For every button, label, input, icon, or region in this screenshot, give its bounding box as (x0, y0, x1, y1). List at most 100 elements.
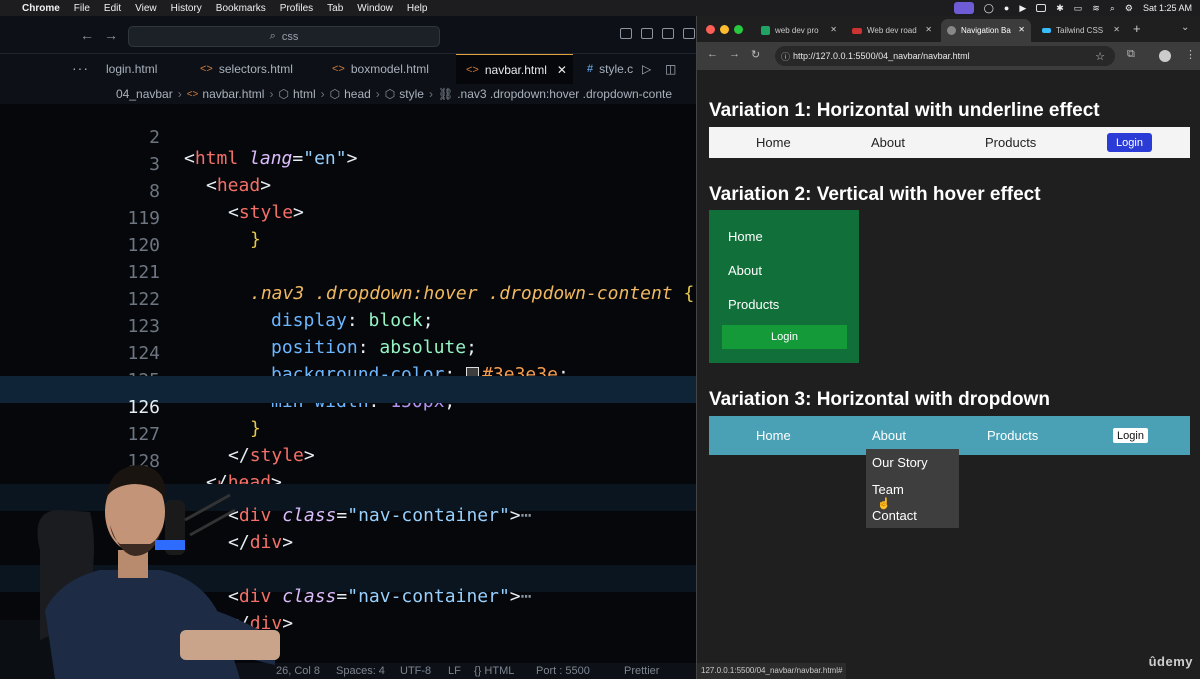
toggle-sidebar-icon[interactable] (620, 28, 632, 39)
customize-layout-icon[interactable] (683, 28, 695, 39)
split-editor-icon[interactable]: ◫ (665, 62, 676, 76)
nav3-link-products[interactable]: Products (987, 428, 1038, 443)
nav3-link-about[interactable]: About (872, 428, 906, 443)
menu-app-name[interactable]: Chrome (22, 3, 60, 14)
tab-search-icon[interactable]: ⌄ (1181, 22, 1189, 33)
play-icon[interactable]: ▶ (1019, 3, 1026, 14)
toggle-panel-icon[interactable] (641, 28, 653, 39)
close-icon[interactable]: ✕ (1113, 25, 1120, 34)
screen-record-icon[interactable] (953, 2, 974, 14)
forward-arrow-icon[interactable]: → (104, 27, 118, 43)
bookmark-star-icon[interactable]: ☆ (1095, 50, 1105, 63)
tab-title: web dev pro (775, 26, 819, 35)
battery-icon[interactable]: ▭ (1074, 3, 1083, 14)
tab-selectors[interactable]: <> selectors.html (200, 54, 293, 84)
control-center-icon[interactable]: ⚙ (1125, 3, 1133, 14)
menu-profiles[interactable]: Profiles (280, 3, 313, 14)
menu-help[interactable]: Help (407, 3, 428, 14)
maximize-window-button[interactable] (734, 25, 743, 34)
udemy-watermark: ûdemy (1148, 654, 1193, 669)
wifi-icon[interactable]: ≋ (1092, 3, 1100, 14)
extensions-icon[interactable]: ⧉ (1127, 48, 1135, 61)
close-icon[interactable]: ✕ (1018, 25, 1025, 34)
run-icon[interactable]: ▷ (642, 62, 651, 76)
dropdown-item-contact[interactable]: Contact (872, 508, 917, 523)
breadcrumb-style[interactable]: style (399, 87, 424, 101)
code-line: 3 <head> (0, 133, 696, 196)
display-icon[interactable] (1036, 4, 1047, 12)
heading-variation-1: Variation 1: Horizontal with underline e… (709, 100, 1100, 121)
menu-bookmarks[interactable]: Bookmarks (216, 3, 266, 14)
close-icon[interactable]: ✕ (557, 63, 567, 77)
browser-tab[interactable]: Tailwind CSS ✕ (1034, 19, 1126, 42)
focus-icon[interactable]: ◯ (984, 3, 994, 14)
status-encoding[interactable]: UTF-8 (400, 665, 431, 677)
address-bar[interactable]: ⓘ http://127.0.0.1:5500/04_navbar/navbar… (775, 46, 1115, 66)
tab-boxmodel[interactable]: <> boxmodel.html (332, 54, 429, 84)
nav1-link-products[interactable]: Products (985, 135, 1036, 150)
circle-icon[interactable]: ● (1004, 3, 1009, 13)
tab-label: login.html (106, 62, 158, 76)
breadcrumb-selector[interactable]: .nav3 .dropdown:hover .dropdown-conte (457, 87, 672, 101)
nav3-login-button[interactable]: Login (1113, 428, 1148, 443)
breadcrumb-head[interactable]: head (344, 87, 371, 101)
nav2-login-button[interactable]: Login (722, 325, 847, 349)
url-text: http://127.0.0.1:5500/04_navbar/navbar.h… (793, 51, 970, 61)
more-actions-icon[interactable]: ··· (72, 60, 89, 76)
close-window-button[interactable] (706, 25, 715, 34)
breadcrumb-html[interactable]: html (293, 87, 316, 101)
minimize-window-button[interactable] (720, 25, 729, 34)
clock[interactable]: Sat 1:25 AM (1143, 3, 1192, 13)
bluetooth-icon[interactable]: ✱ (1056, 3, 1064, 14)
browser-tab-active[interactable]: Navigation Ba ✕ (941, 19, 1031, 42)
breadcrumb-folder[interactable]: 04_navbar (116, 87, 173, 101)
profile-avatar[interactable] (1159, 50, 1171, 62)
browser-tab[interactable]: Web dev road ✕ (846, 19, 938, 42)
nav1-login-button[interactable]: Login (1107, 133, 1152, 152)
nav3-link-home[interactable]: Home (756, 428, 791, 443)
dropdown-item-our-story[interactable]: Our Story (872, 455, 928, 470)
nav2-link-home[interactable]: Home (728, 229, 763, 244)
back-arrow-icon[interactable]: ← (80, 27, 94, 43)
menu-file[interactable]: File (74, 3, 90, 14)
reload-icon[interactable]: ↻ (751, 48, 760, 61)
status-eol[interactable]: LF (448, 665, 461, 677)
status-live-server[interactable]: Port : 5500 (536, 665, 590, 677)
tab-label: navbar.html (484, 62, 547, 77)
navbar-variation-1: Home About Products Login (709, 127, 1190, 158)
element-icon: ⬡ (384, 87, 396, 101)
more-menu-icon[interactable]: ⋮ (1185, 48, 1196, 61)
browser-tab[interactable]: web dev pro ✕ (757, 19, 843, 42)
breadcrumb-file[interactable]: navbar.html (202, 87, 264, 101)
tab-style[interactable]: # style.c (587, 54, 633, 84)
search-icon: ⌕ (269, 30, 276, 42)
link-hover-status: 127.0.0.1:5500/04_navbar/navbar.html# (697, 663, 847, 679)
nav2-link-products[interactable]: Products (728, 297, 779, 312)
status-language[interactable]: {} HTML (474, 665, 514, 677)
tab-label: boxmodel.html (350, 62, 429, 76)
nav1-link-about[interactable]: About (871, 135, 905, 150)
tab-login[interactable]: login.html (106, 54, 157, 84)
menu-edit[interactable]: Edit (104, 3, 121, 14)
dropdown-item-team[interactable]: Team (872, 482, 904, 497)
close-icon[interactable]: ✕ (925, 25, 932, 34)
status-prettier[interactable]: Prettier (624, 665, 659, 677)
code-line: 127 </style> (0, 403, 696, 466)
menu-view[interactable]: View (135, 3, 157, 14)
new-tab-icon[interactable]: + (1133, 21, 1141, 36)
heading-variation-3: Variation 3: Horizontal with dropdown (709, 389, 1050, 410)
menu-tab[interactable]: Tab (327, 3, 343, 14)
close-icon[interactable]: ✕ (830, 25, 837, 34)
tab-navbar[interactable]: <> navbar.html ✕ (456, 54, 573, 84)
toggle-secondary-sidebar-icon[interactable] (662, 28, 674, 39)
nav1-link-home[interactable]: Home (756, 135, 791, 150)
forward-arrow-icon[interactable]: → (729, 48, 740, 60)
site-info-icon[interactable]: ⓘ (781, 50, 790, 63)
back-arrow-icon[interactable]: ← (707, 48, 718, 60)
nav2-link-about[interactable]: About (728, 263, 762, 278)
command-search-input[interactable]: ⌕ css (128, 26, 440, 47)
menu-window[interactable]: Window (357, 3, 393, 14)
status-indentation[interactable]: Spaces: 4 (336, 665, 385, 677)
search-icon[interactable]: ⌕ (1110, 3, 1115, 14)
menu-history[interactable]: History (171, 3, 202, 14)
